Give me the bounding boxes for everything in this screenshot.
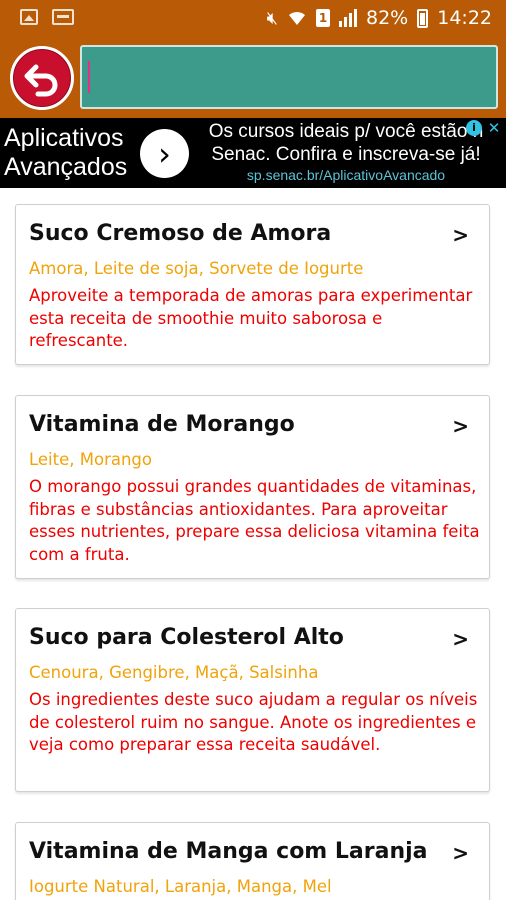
mute-icon: 🔇︎ [266,7,278,29]
chevron-right-icon: › [158,134,171,173]
battery-percent: 82% [366,7,409,29]
ad-text: Os cursos ideais p/ você estão n Senac. … [196,120,496,184]
status-bar: 🔇︎ 1 82% 14:22 [0,0,506,38]
ad-text-line2: Senac. Confira e inscreva-se já! [211,144,481,165]
recipe-description: Os ingredientes deste suco ajudam a regu… [29,690,478,754]
recipe-title: Suco para Colesterol Alto [29,625,344,650]
chevron-right-icon: > [452,841,469,865]
ad-close-icon[interactable]: ✕ [486,120,502,136]
battery-charging-icon [417,8,429,28]
voicemail-icon [52,9,74,25]
recipe-card[interactable]: Suco para Colesterol Alto > Cenoura, Gen… [15,608,490,792]
recipe-ingredients: Iogurte Natural, Laranja, Manga, Mel [29,877,332,896]
ad-title: Aplicativos Avançados [4,124,127,182]
ad-open-button[interactable]: › [140,129,189,178]
recipe-title: Vitamina de Morango [29,412,295,437]
chevron-right-icon: > [452,414,469,438]
recipe-list: Suco Cremoso de Amora > Amora, Leite de … [0,188,506,900]
wifi-icon [289,11,305,25]
notification-icons [20,9,74,25]
clock: 14:22 [437,7,492,29]
recipe-title: Suco Cremoso de Amora [29,221,332,246]
app-toolbar [0,38,506,118]
back-button[interactable] [10,46,74,110]
recipe-ingredients: Amora, Leite de soja, Sorvete de Iogurte [29,259,364,278]
recipe-ingredients: Cenoura, Gengibre, Maçã, Salsinha [29,663,319,682]
ad-url[interactable]: sp.senac.br/AplicativoAvancado [196,166,496,184]
recipe-card[interactable]: Vitamina de Manga com Laranja > Iogurte … [15,822,490,900]
system-icons: 🔇︎ 1 82% 14:22 [267,7,492,29]
chevron-right-icon: > [452,627,469,651]
recipe-card[interactable]: Vitamina de Morango > Leite, Morango O m… [15,395,490,579]
recipe-title: Vitamina de Manga com Laranja [29,839,428,864]
image-icon [20,9,38,25]
ad-title-line1: Aplicativos [4,124,124,152]
recipe-description: Aproveite a temporada de amoras para exp… [29,286,473,350]
search-input[interactable] [80,45,498,109]
recipe-ingredients: Leite, Morango [29,450,153,469]
recipe-card[interactable]: Suco Cremoso de Amora > Amora, Leite de … [15,204,490,365]
back-arrow-icon [24,64,58,97]
recipe-description: O morango possui grandes quantidades de … [29,477,480,564]
text-cursor [88,61,90,93]
signal-icon [339,9,357,27]
ad-title-line2: Avançados [4,153,128,181]
ad-text-line1: Os cursos ideais p/ você estão n [208,121,484,142]
ad-banner[interactable]: Aplicativos Avançados › Os cursos ideais… [0,118,506,188]
sim-icon: 1 [316,9,330,27]
ad-info-icon[interactable]: i [466,120,482,136]
chevron-right-icon: > [452,223,469,247]
